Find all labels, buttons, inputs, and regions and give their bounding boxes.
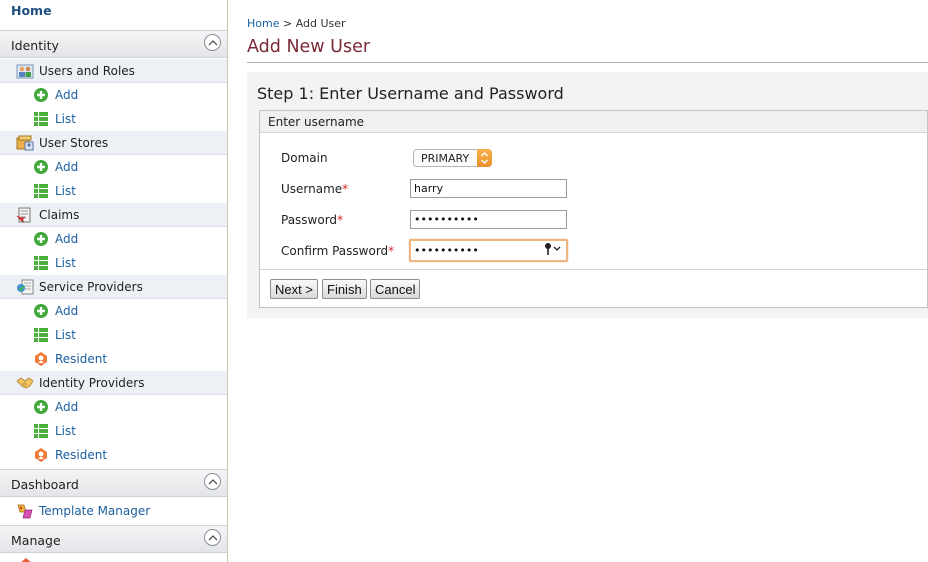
sidebar-item-user-stores[interactable]: User Stores xyxy=(0,131,227,155)
resident-icon xyxy=(35,352,47,366)
main-content: Home > Add User Add New User Step 1: Ent… xyxy=(228,0,928,562)
chevron-updown-icon xyxy=(477,149,492,167)
section-identity[interactable]: Identity xyxy=(0,30,227,58)
list-link-label: List xyxy=(55,256,76,270)
user-stores-add-link[interactable]: Add xyxy=(0,155,227,179)
users-roles-icon xyxy=(16,64,34,79)
form-panel: Step 1: Enter Username and Password Ente… xyxy=(247,72,928,318)
section-dashboard-label: Dashboard xyxy=(11,477,79,492)
claims-icon xyxy=(16,207,31,223)
user-stores-list-link[interactable]: List xyxy=(0,179,227,203)
sidebar-item-label: Claims xyxy=(39,208,80,222)
breadcrumb-current: Add User xyxy=(295,17,346,30)
add-link-label: Add xyxy=(55,400,79,414)
domain-label: Domain xyxy=(281,151,328,165)
sidebar-item-users-and-roles[interactable]: Users and Roles xyxy=(0,59,227,83)
required-marker: * xyxy=(342,182,349,196)
password-label: Password* xyxy=(281,213,343,227)
service-providers-resident-link[interactable]: Resident xyxy=(0,347,227,371)
sidebar-item-template-manager[interactable]: Template Manager xyxy=(0,499,227,523)
handshake-icon xyxy=(16,377,34,389)
page-title: Add New User xyxy=(247,37,371,57)
section-dashboard[interactable]: Dashboard xyxy=(0,469,227,497)
username-form-box: Enter username Domain PRIMARY Username* … xyxy=(259,110,928,308)
sidebar-item-label: Users and Roles xyxy=(39,64,135,78)
list-icon xyxy=(34,184,48,198)
password-field[interactable] xyxy=(410,210,567,229)
add-icon xyxy=(34,304,48,318)
sidebar-item-service-providers[interactable]: Service Providers xyxy=(0,275,227,299)
username-label-text: Username xyxy=(281,182,343,196)
sidebar-home-link[interactable]: Home xyxy=(11,3,52,18)
section-manage[interactable]: Manage xyxy=(0,525,227,553)
list-link-label: List xyxy=(55,328,76,342)
list-link-label: List xyxy=(55,112,76,126)
identity-providers-list-link[interactable]: List xyxy=(0,419,227,443)
identity-providers-resident-link[interactable]: Resident xyxy=(0,443,227,467)
add-icon xyxy=(34,232,48,246)
service-providers-add-link[interactable]: Add xyxy=(0,299,227,323)
template-manager-icon xyxy=(17,504,33,519)
template-manager-label: Template Manager xyxy=(39,504,151,518)
claims-add-link[interactable]: Add xyxy=(0,227,227,251)
confirm-password-label-text: Confirm Password xyxy=(281,244,389,258)
add-link-label: Add xyxy=(55,232,79,246)
section-identity-label: Identity xyxy=(11,38,59,53)
breadcrumb-home-link[interactable]: Home xyxy=(247,17,279,30)
form-section-header: Enter username xyxy=(260,111,927,133)
sidebar-item-identity-providers[interactable]: Identity Providers xyxy=(0,371,227,395)
collapse-icon[interactable] xyxy=(204,529,221,546)
confirm-password-label: Confirm Password* xyxy=(281,244,394,258)
breadcrumb-separator: > xyxy=(282,17,293,30)
list-icon xyxy=(34,112,48,126)
resident-link-label: Resident xyxy=(55,448,108,462)
breadcrumb: Home > Add User xyxy=(247,17,346,30)
users-roles-add-link[interactable]: Add xyxy=(0,83,227,107)
service-providers-list-link[interactable]: List xyxy=(0,323,227,347)
finish-button[interactable]: Finish xyxy=(322,279,367,299)
add-link-label: Add xyxy=(55,88,79,102)
form-section-title: Enter username xyxy=(268,115,365,129)
resident-link-label: Resident xyxy=(55,352,108,366)
resident-icon xyxy=(35,448,47,462)
sidebar: Home Identity Users and Roles Add List U… xyxy=(0,0,228,562)
identity-providers-add-link[interactable]: Add xyxy=(0,395,227,419)
list-link-label: List xyxy=(55,424,76,438)
password-label-text: Password xyxy=(281,213,338,227)
collapse-icon[interactable] xyxy=(204,34,221,51)
next-button[interactable]: Next > xyxy=(270,279,318,299)
username-label: Username* xyxy=(281,182,348,196)
sidebar-item-label: User Stores xyxy=(39,136,109,150)
section-manage-label: Manage xyxy=(11,533,61,548)
service-providers-icon xyxy=(17,279,34,295)
list-icon xyxy=(34,424,48,438)
claims-list-link[interactable]: List xyxy=(0,251,227,275)
cancel-button[interactable]: Cancel xyxy=(370,279,421,299)
password-key-icon[interactable] xyxy=(544,242,564,256)
manage-item-icon xyxy=(21,558,31,562)
add-icon xyxy=(34,160,48,174)
sidebar-item-claims[interactable]: Claims xyxy=(0,203,227,227)
username-field[interactable] xyxy=(410,179,567,198)
add-icon xyxy=(34,88,48,102)
user-stores-icon xyxy=(16,135,34,151)
domain-select[interactable]: PRIMARY xyxy=(413,149,492,167)
required-marker: * xyxy=(337,213,344,227)
domain-select-value: PRIMARY xyxy=(421,152,470,165)
add-icon xyxy=(34,400,48,414)
add-link-label: Add xyxy=(55,160,79,174)
step-title: Step 1: Enter Username and Password xyxy=(257,84,564,103)
add-link-label: Add xyxy=(55,304,79,318)
sidebar-item-label: Identity Providers xyxy=(39,376,145,390)
list-icon xyxy=(34,328,48,342)
collapse-icon[interactable] xyxy=(204,473,221,490)
list-link-label: List xyxy=(55,184,76,198)
sidebar-item-label: Service Providers xyxy=(39,280,143,294)
list-icon xyxy=(34,256,48,270)
title-divider xyxy=(247,62,928,63)
required-marker: * xyxy=(388,244,395,258)
users-roles-list-link[interactable]: List xyxy=(0,107,227,131)
form-divider xyxy=(260,269,927,270)
